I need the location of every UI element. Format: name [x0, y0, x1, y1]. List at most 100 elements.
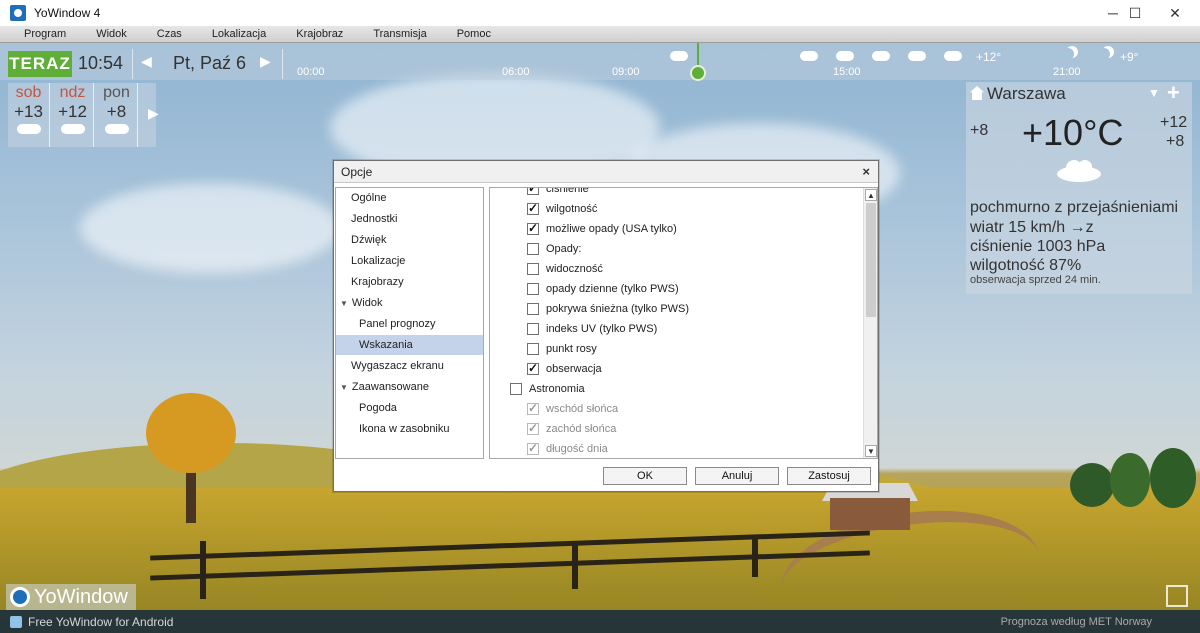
hour-label: 21:00: [1053, 66, 1081, 78]
option-dlugosc-dnia: długość dnia: [527, 439, 608, 458]
nav-wskazania[interactable]: Wskazania: [336, 335, 483, 355]
moon-icon: [1098, 48, 1110, 60]
hour-label: 06:00: [502, 66, 530, 78]
option-label: zachód słońca: [546, 423, 617, 435]
option-opady-dzienne[interactable]: opady dzienne (tylko PWS): [527, 279, 679, 299]
expand-triangle-icon[interactable]: ▼: [340, 383, 348, 392]
day-temp: +12: [58, 102, 87, 121]
checkbox[interactable]: [527, 201, 539, 215]
moon-icon: [1062, 48, 1074, 60]
forecast-day[interactable]: ndz +12: [52, 83, 94, 147]
nav-jednostki[interactable]: Jednostki: [336, 209, 483, 229]
checkbox[interactable]: [527, 243, 539, 255]
ok-button[interactable]: OK: [603, 467, 687, 485]
yowindow-logo[interactable]: YoWindow: [6, 584, 136, 610]
checkbox[interactable]: [510, 383, 522, 395]
option-astronomia[interactable]: Astronomia: [510, 379, 585, 399]
menu-pomoc[interactable]: Pomoc: [447, 28, 491, 40]
next-day-arrow-icon[interactable]: ▶: [260, 53, 271, 70]
fullscreen-icon[interactable]: [1166, 585, 1188, 607]
dialog-close-icon[interactable]: ×: [862, 164, 870, 179]
option-label: możliwe opady (USA tylko): [546, 223, 677, 235]
menu-transmisja[interactable]: Transmisja: [363, 28, 426, 40]
options-nav-tree: Ogólne Jednostki Dźwięk Lokalizacje Kraj…: [335, 187, 484, 459]
menu-program[interactable]: Program: [14, 28, 66, 40]
option-obserwacja[interactable]: obserwacja: [527, 359, 602, 379]
nav-krajobrazy[interactable]: Krajobrazy: [336, 272, 483, 292]
option-cisnienie[interactable]: ciśnienie: [527, 187, 589, 199]
separator: [132, 49, 133, 79]
temp-label: +9°: [1120, 50, 1139, 64]
apply-button[interactable]: Zastosuj: [787, 467, 871, 485]
menu-krajobraz[interactable]: Krajobraz: [286, 28, 343, 40]
expand-triangle-icon[interactable]: ▼: [340, 299, 348, 308]
forecast-credit[interactable]: Prognoza według MET Norway: [1001, 616, 1152, 628]
scroll-thumb[interactable]: [866, 203, 876, 317]
option-indeks-uv[interactable]: indeks UV (tylko PWS): [527, 319, 657, 339]
add-location-icon[interactable]: +: [1167, 80, 1180, 106]
city-name[interactable]: Warszawa: [987, 84, 1066, 104]
checkbox[interactable]: [527, 263, 539, 275]
nav-widok[interactable]: ▼ Widok: [336, 293, 483, 313]
close-window-button[interactable]: ✕: [1152, 0, 1198, 26]
nav-pogoda[interactable]: Pogoda: [336, 398, 483, 418]
option-mozliwe-opady[interactable]: możliwe opady (USA tylko): [527, 219, 677, 239]
checkbox[interactable]: [527, 323, 539, 335]
forecast-day[interactable]: pon +8: [96, 83, 138, 147]
wind-info: wiatr 15 km/h →z: [970, 219, 1094, 236]
nav-lokalizacje[interactable]: Lokalizacje: [336, 251, 483, 271]
checkbox[interactable]: [527, 188, 539, 195]
option-wschod-slonca: wschód słońca: [527, 399, 618, 419]
chevron-down-icon[interactable]: ▼: [1148, 86, 1160, 100]
scroll-up-icon[interactable]: ▲: [865, 189, 877, 201]
sky-cloud: [80, 183, 340, 273]
app-icon: [10, 5, 26, 21]
rain-cloud-icon: [800, 51, 818, 61]
vertical-scrollbar[interactable]: ▲ ▼: [863, 188, 877, 458]
cloud-icon: [944, 51, 962, 61]
option-widocznosc[interactable]: widoczność: [527, 259, 603, 279]
checkbox[interactable]: [527, 361, 539, 375]
option-wilgotnosc[interactable]: wilgotność: [527, 199, 597, 219]
time-slider-handle[interactable]: [690, 65, 706, 81]
option-label: ciśnienie: [546, 187, 589, 195]
option-pokrywa-sniezna[interactable]: pokrywa śnieżna (tylko PWS): [527, 299, 689, 319]
android-promo-link[interactable]: Free YoWindow for Android: [28, 615, 173, 629]
checkbox[interactable]: [527, 221, 539, 235]
farmhouse: [830, 498, 910, 530]
scroll-down-icon[interactable]: ▼: [865, 445, 877, 457]
checkbox[interactable]: [527, 283, 539, 295]
nav-ikona-w-zasobniku[interactable]: Ikona w zasobniku: [336, 419, 483, 439]
nav-wygaszacz-ekranu[interactable]: Wygaszacz ekranu: [336, 356, 483, 376]
checkbox: [527, 421, 539, 435]
options-content-pane: ciśnienie wilgotność możliwe opady (USA …: [489, 187, 878, 459]
nav-ogolne[interactable]: Ogólne: [336, 188, 483, 208]
rain-cloud-icon: [104, 124, 129, 134]
nav-dzwiek[interactable]: Dźwięk: [336, 230, 483, 250]
forecast-panel: sob +13 ndz +12 pon +8 ▶: [8, 83, 159, 147]
menu-lokalizacja[interactable]: Lokalizacja: [202, 28, 266, 40]
nav-widok-label: Widok: [351, 297, 383, 309]
option-label: wschód słońca: [546, 403, 619, 415]
cloud-icon: [908, 51, 926, 61]
cancel-button[interactable]: Anuluj: [695, 467, 779, 485]
hour-label: 09:00: [612, 66, 640, 78]
forecast-day[interactable]: sob +13: [8, 83, 50, 147]
menu-czas[interactable]: Czas: [147, 28, 182, 40]
now-button[interactable]: TERAZ: [8, 51, 72, 77]
checkbox[interactable]: [527, 343, 539, 355]
nav-panel-prognozy[interactable]: Panel prognozy: [336, 314, 483, 334]
option-label: punkt rosy: [546, 343, 597, 355]
checkbox[interactable]: [527, 303, 539, 315]
menu-bar: Program Widok Czas Lokalizacja Krajobraz…: [0, 26, 1200, 43]
checkbox: [527, 401, 539, 415]
title-bar: YoWindow 4 ─ ☐ ✕: [0, 0, 1200, 26]
option-punkt-rosy[interactable]: punkt rosy: [527, 339, 597, 359]
option-opady[interactable]: Opady:: [527, 239, 581, 259]
high-temp: +12: [1160, 114, 1188, 131]
prev-day-arrow-icon[interactable]: ◀: [141, 53, 152, 70]
forecast-more-arrow-icon[interactable]: ▶: [148, 105, 159, 122]
rain-cloud-icon: [872, 51, 890, 61]
nav-zaawansowane[interactable]: ▼ Zaawansowane: [336, 377, 483, 397]
menu-widok[interactable]: Widok: [86, 28, 127, 40]
